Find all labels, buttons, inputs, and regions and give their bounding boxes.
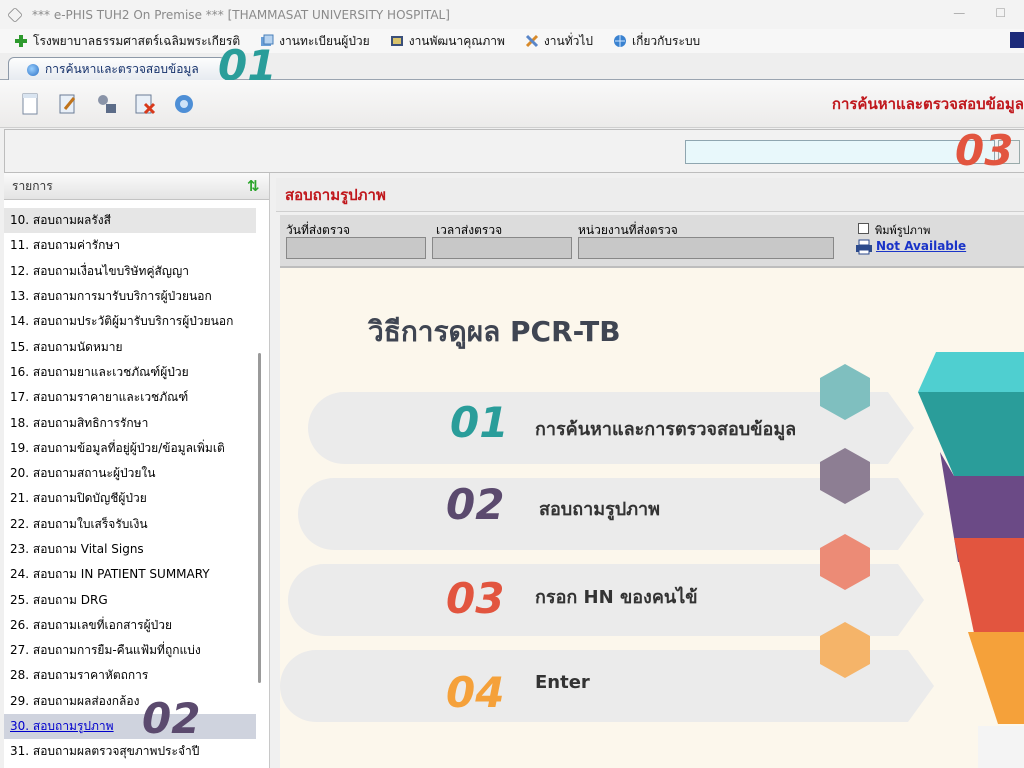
window-title: *** e-PHIS TUH2 On Premise *** [THAMMASA…	[32, 7, 450, 22]
sidebar-item-15[interactable]: 15. สอบถามนัดหมาย	[4, 334, 256, 359]
menu-about[interactable]: เกี่ยวกับระบบ	[613, 32, 700, 51]
find-user-icon[interactable]	[94, 92, 118, 116]
language-flag-icon[interactable]	[1010, 32, 1024, 48]
tab-search-verify[interactable]: การค้นหาและตรวจสอบข้อมูล	[8, 57, 226, 81]
tools-icon	[525, 34, 538, 48]
step-text-3: กรอก HN ของคนไข้	[535, 587, 698, 608]
step-number-3: 03	[446, 574, 505, 623]
sidebar-item-29[interactable]: 29. สอบถามผลส่องกล้อง	[4, 689, 256, 714]
sidebar-item-27[interactable]: 27. สอบถามการยืม-คืนแฟ้มที่ถูกแบ่ง	[4, 638, 256, 663]
step-bar-4	[280, 650, 934, 722]
sidebar-item-13[interactable]: 13. สอบถามการมารับบริการผู้ป่วยนอก	[4, 284, 256, 309]
page-heading: การค้นหาและตรวจสอบข้อมูล	[831, 95, 1024, 113]
menu-general[interactable]: งานทั่วไป	[525, 32, 593, 51]
settings-gear-icon[interactable]	[172, 92, 196, 116]
sidebar-header-label: รายการ	[12, 178, 53, 193]
quality-icon	[390, 36, 403, 46]
step-number-1: 01	[450, 398, 509, 447]
menu-hospital-label: โรงพยาบาลธรรมศาสตร์เฉลิมพระเกียรติ	[33, 33, 241, 48]
maximize-icon[interactable]: ☐	[995, 6, 1006, 20]
sidebar-header: รายการ ⇅	[4, 173, 269, 200]
sidebar-item-18[interactable]: 18. สอบถามสิทธิการรักษา	[4, 410, 256, 435]
menu-quality-label: งานพัฒนาคุณภาพ	[408, 33, 505, 48]
menu-register-label: งานทะเบียนผู้ป่วย	[279, 33, 370, 48]
sidebar-item-14[interactable]: 14. สอบถามประวัติผู้มารับบริการผู้ป่วยนอ…	[4, 309, 256, 334]
menu-about-label: เกี่ยวกับระบบ	[632, 33, 701, 48]
viewer-corner	[978, 726, 1024, 768]
sidebar: รายการ ⇅ 10. สอบถามผลรังสี 11. สอบถามค่า…	[4, 173, 270, 768]
window-controls: — ☐	[935, 0, 1024, 26]
sidebar-item-25[interactable]: 25. สอบถาม DRG	[4, 587, 256, 612]
sidebar-item-31[interactable]: 31. สอบถามผลตรวจสุขภาพประจำปี	[4, 739, 256, 764]
menu-bar: โรงพยาบาลธรรมศาสตร์เฉลิมพระเกียรติ งานทะ…	[0, 29, 1024, 53]
sidebar-item-24[interactable]: 24. สอบถาม IN PATIENT SUMMARY	[4, 562, 256, 587]
app-icon	[7, 6, 23, 23]
sidebar-item-26[interactable]: 26. สอบถามเลขที่เอกสารผู้ป่วย	[4, 613, 256, 638]
print-image-label: พิมพ์รูปภาพ	[875, 224, 931, 237]
info-row: วันที่ส่งตรวจ เวลาส่งตรวจ หน่วยงานที่ส่ง…	[280, 215, 1024, 267]
send-unit-field[interactable]	[578, 237, 834, 259]
sidebar-item-17[interactable]: 17. สอบถามราคายาและเวชภัณฑ์	[4, 385, 256, 410]
step-text-2: สอบถามรูปภาพ	[539, 499, 661, 520]
search-bar	[4, 129, 1024, 173]
slide-title: วิธีการดูผล PCR-TB	[368, 315, 621, 348]
hn-search-input[interactable]	[685, 140, 995, 164]
sidebar-item-23[interactable]: 23. สอบถาม Vital Signs	[4, 537, 256, 562]
printer-icon[interactable]	[855, 239, 873, 255]
not-available-link[interactable]: Not Available	[876, 239, 966, 253]
menu-register[interactable]: งานทะเบียนผู้ป่วย	[260, 32, 370, 51]
image-viewer: วิธีการดูผล PCR-TB 01 02 03 04 การค้นหาแ…	[280, 266, 1024, 768]
pyramid-graphic	[918, 352, 1024, 724]
green-plus-icon	[15, 35, 27, 47]
sidebar-item-22[interactable]: 22. สอบถามใบเสร็จรับเงิน	[4, 512, 256, 537]
sidebar-item-19[interactable]: 19. สอบถามข้อมูลที่อยู่ผู้ป่วย/ข้อมูลเพิ…	[4, 436, 256, 461]
content-title: สอบถามรูปภาพ	[276, 178, 1024, 212]
sidebar-scrollbar[interactable]	[258, 353, 261, 683]
send-date-field[interactable]	[286, 237, 426, 259]
step-number-4: 04	[446, 668, 505, 717]
delete-document-icon[interactable]	[133, 92, 157, 116]
marker-03: 03	[955, 126, 1014, 175]
tab-strip: การค้นหาและตรวจสอบข้อมูล	[0, 53, 1024, 81]
new-document-icon[interactable]	[18, 92, 42, 116]
title-bar: *** e-PHIS TUH2 On Premise *** [THAMMASA…	[0, 0, 1024, 29]
menu-hospital[interactable]: โรงพยาบาลธรรมศาสตร์เฉลิมพระเกียรติ	[14, 32, 240, 51]
sidebar-item-10[interactable]: 10. สอบถามผลรังสี	[4, 208, 256, 234]
step-text-4: Enter	[535, 672, 590, 693]
send-time-field[interactable]	[432, 237, 572, 259]
refresh-icon[interactable]: ⇅	[247, 178, 261, 194]
tab-label: การค้นหาและตรวจสอบข้อมูล	[45, 62, 199, 76]
sidebar-item-30[interactable]: 30. สอบถามรูปภาพ	[4, 713, 256, 740]
sidebar-item-28[interactable]: 28. สอบถามราคาหัตถการ	[4, 663, 256, 688]
sidebar-item-16[interactable]: 16. สอบถามยาและเวชภัณฑ์ผู้ป่วย	[4, 360, 256, 385]
menu-quality[interactable]: งานพัฒนาคุณภาพ	[390, 32, 505, 51]
marker-02: 02	[142, 694, 201, 743]
globe-icon	[614, 35, 627, 47]
minimize-icon[interactable]: —	[953, 6, 965, 20]
step-text-1: การค้นหาและการตรวจสอบข้อมูล	[535, 419, 797, 440]
sidebar-item-21[interactable]: 21. สอบถามปิดบัญชีผู้ป่วย	[4, 486, 256, 511]
step-number-2: 02	[446, 480, 505, 529]
tab-globe-icon	[27, 63, 39, 76]
sidebar-item-11[interactable]: 11. สอบถามค่ารักษา	[4, 233, 256, 258]
sidebar-list: 10. สอบถามผลรังสี 11. สอบถามค่ารักษา 12.…	[4, 208, 256, 768]
sidebar-item-20[interactable]: 20. สอบถามสถานะผู้ป่วยใน	[4, 461, 256, 486]
sidebar-item-12[interactable]: 12. สอบถามเงื่อนไขบริษัทคู่สัญญา	[4, 259, 256, 284]
print-image-checkbox[interactable]	[858, 223, 869, 234]
menu-general-label: งานทั่วไป	[543, 33, 594, 48]
edit-document-icon[interactable]	[56, 92, 80, 116]
